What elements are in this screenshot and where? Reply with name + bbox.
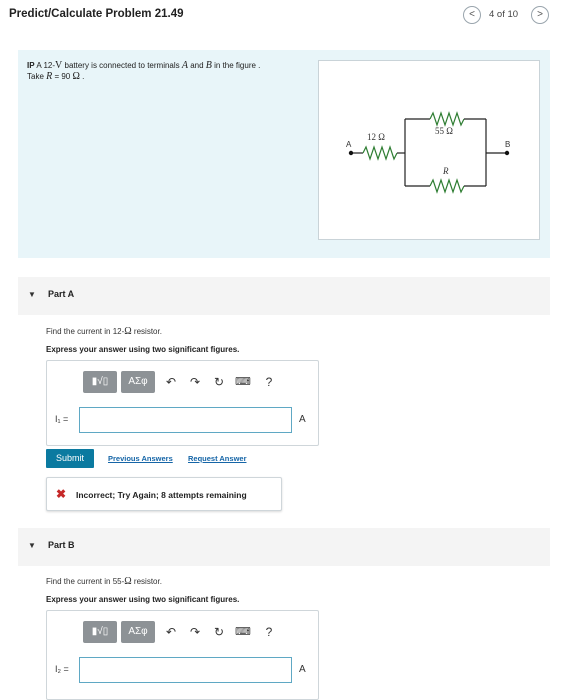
redo-icon[interactable]: ↷ xyxy=(187,624,203,640)
header-bar: Predict/Calculate Problem 21.49 < 4 of 1… xyxy=(0,0,562,34)
problem-prefix: IP xyxy=(27,61,35,70)
undo-icon[interactable]: ↶ xyxy=(163,374,179,390)
templates-button[interactable]: ▮√▯ xyxy=(83,621,117,643)
collapse-triangle-icon[interactable]: ▼ xyxy=(28,541,36,550)
resistance-value: = 90 xyxy=(52,72,73,81)
next-problem-button[interactable]: > xyxy=(531,6,549,24)
redo-icon[interactable]: ↷ xyxy=(187,374,203,390)
problem-text-part: Take xyxy=(27,72,47,81)
problem-text-part: battery is connected to terminals xyxy=(62,61,182,70)
keyboard-icon[interactable]: ⌨ xyxy=(235,374,251,390)
circuit-diagram: 12 Ω 55 Ω R A B xyxy=(346,111,510,194)
ohm-symbol: Ω xyxy=(72,71,80,82)
reset-icon[interactable]: ↻ xyxy=(211,374,227,390)
collapse-triangle-icon[interactable]: ▼ xyxy=(28,290,36,299)
resistor-r-label: R xyxy=(442,166,449,176)
terminal-b-dot xyxy=(504,150,510,156)
previous-problem-button[interactable]: < xyxy=(463,6,481,24)
part-a-answer-box: ▮√▯ ΑΣφ ↶ ↷ ↻ ⌨ ? I₁ = A xyxy=(46,360,319,446)
undo-icon[interactable]: ↶ xyxy=(163,624,179,640)
part-b-answer-box: ▮√▯ ΑΣφ ↶ ↷ ↻ ⌨ ? I₂ = A xyxy=(46,610,319,700)
part-a-question: Find the current in 12-Ω resistor. xyxy=(46,326,162,337)
problem-statement-panel: IP A 12-V battery is connected to termin… xyxy=(18,50,550,258)
node-a-label: A xyxy=(346,140,352,149)
previous-answers-link[interactable]: Previous Answers xyxy=(108,454,173,463)
resistor-55-label: 55 Ω xyxy=(435,126,453,136)
answer-input[interactable] xyxy=(79,407,292,433)
greek-symbols-button[interactable]: ΑΣφ xyxy=(121,371,155,393)
error-x-icon: ✖ xyxy=(56,487,67,501)
question-text: Find the current in 12- xyxy=(46,327,125,336)
templates-button[interactable]: ▮√▯ xyxy=(83,371,117,393)
circuit-figure: 12 Ω 55 Ω R A B xyxy=(318,60,540,240)
unit-label: A xyxy=(299,664,306,675)
problem-text-part: A 12- xyxy=(36,61,56,70)
part-b-title: Part B xyxy=(48,540,75,550)
part-a-header[interactable]: ▼ Part A xyxy=(18,277,550,315)
greek-symbols-button[interactable]: ΑΣφ xyxy=(121,621,155,643)
help-button[interactable]: ? xyxy=(261,624,277,640)
keyboard-icon[interactable]: ⌨ xyxy=(235,624,251,640)
variable-label: I₂ = xyxy=(55,664,69,674)
ohm-symbol: Ω xyxy=(124,576,132,587)
resistor-12-label: 12 Ω xyxy=(367,132,385,142)
ohm-symbol: Ω xyxy=(124,326,132,337)
problem-text-part: in the figure . xyxy=(211,61,261,70)
submit-button[interactable]: Submit xyxy=(46,449,94,468)
request-answer-link[interactable]: Request Answer xyxy=(188,454,247,463)
node-b-label: B xyxy=(505,140,510,149)
resistor-12-ohm xyxy=(362,145,398,161)
answer-input[interactable] xyxy=(79,657,292,683)
resistor-r xyxy=(429,178,465,194)
question-text: resistor. xyxy=(131,577,162,586)
help-button[interactable]: ? xyxy=(261,374,277,390)
problem-counter: 4 of 10 xyxy=(489,9,519,20)
unit-label: A xyxy=(299,414,306,425)
question-text: Find the current in 55- xyxy=(46,577,125,586)
part-b-header[interactable]: ▼ Part B xyxy=(18,528,550,566)
feedback-text: Incorrect; Try Again; 8 attempts remaini… xyxy=(76,490,247,500)
part-a-title: Part A xyxy=(48,289,75,299)
terminal-a-dot xyxy=(348,150,354,156)
variable-label: I₁ = xyxy=(55,414,69,424)
part-b-question: Find the current in 55-Ω resistor. xyxy=(46,576,162,587)
problem-text: IP A 12-V battery is connected to termin… xyxy=(27,60,260,82)
resistor-55-ohm xyxy=(429,111,465,127)
feedback-message: ✖ Incorrect; Try Again; 8 attempts remai… xyxy=(46,477,282,511)
page-title: Predict/Calculate Problem 21.49 xyxy=(9,8,184,20)
part-b-instruction: Express your answer using two significan… xyxy=(46,595,240,604)
problem-text-part: . xyxy=(79,72,85,81)
reset-icon[interactable]: ↻ xyxy=(211,624,227,640)
problem-text-part: and xyxy=(188,61,206,70)
question-text: resistor. xyxy=(131,327,162,336)
part-a-instruction: Express your answer using two significan… xyxy=(46,345,240,354)
